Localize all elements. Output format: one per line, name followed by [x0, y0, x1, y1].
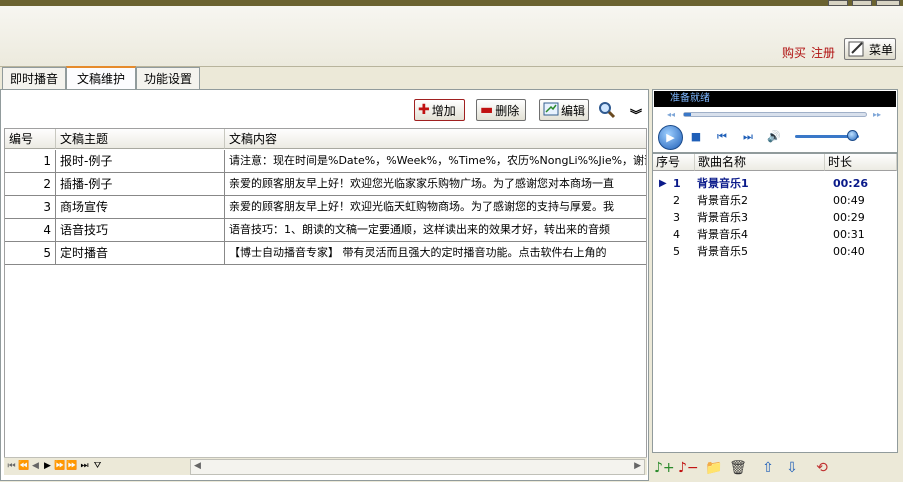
tab-function-settings[interactable]: 功能设置: [136, 67, 200, 89]
script-toolbar: ✚ 增加 ▬ 删除 编辑 ︾: [2, 90, 648, 128]
playlist: 序号 歌曲名称 时长 ▶ 1 背景音乐1 00:26 2 背景音乐2 00:49…: [652, 153, 898, 453]
next-track-icon[interactable]: ⏭: [741, 130, 755, 144]
rewind-icon[interactable]: ◂◂: [667, 110, 675, 119]
first-record-icon[interactable]: ⏮: [6, 460, 17, 473]
playlist-item[interactable]: 4 背景音乐4 00:31: [653, 226, 897, 243]
cell-id: 1: [5, 150, 56, 172]
current-track-arrow-icon: ▶: [659, 178, 667, 189]
cell-id: 4: [5, 219, 56, 241]
next-page-icon[interactable]: ⏩: [66, 460, 77, 473]
cell-title: 商场宣传: [56, 196, 225, 218]
expand-chevron-icon[interactable]: ︾: [630, 106, 642, 123]
playlist-item[interactable]: 2 背景音乐2 00:49: [653, 192, 897, 209]
add-folder-icon[interactable]: 📁: [704, 458, 724, 478]
menu-button[interactable]: 菜单: [844, 38, 896, 60]
cell-content: 【博士自动播音专家】 带有灵活而且强大的定时播音功能。点击软件右上角的: [225, 242, 646, 264]
tab-bar: 即时播音 文稿维护 功能设置: [0, 66, 300, 89]
audio-player: 准备就绪 ◂◂ ▸▸ ▶ ■ ⏮ ⏭ 🔊: [652, 89, 898, 153]
cell-content: 语音技巧：1、朗读的文稿一定要通顺，这样读出来的效果才好，转出来的音频: [225, 219, 646, 241]
pencil-icon: [848, 41, 866, 57]
tab-script-maintenance[interactable]: 文稿维护: [66, 66, 136, 89]
play-icon: ▶: [666, 131, 675, 144]
scroll-left-icon[interactable]: ◀: [194, 461, 201, 471]
move-down-icon[interactable]: ⇩: [782, 458, 802, 478]
seek-slider[interactable]: [683, 112, 867, 117]
search-icon[interactable]: [598, 101, 616, 122]
cell-content: 亲爱的顾客朋友早上好！欢迎光临天虹购物商场。为了感谢您的支持与厚爱。我: [225, 196, 646, 218]
table-row[interactable]: 2 插播-例子 亲爱的顾客朋友早上好！欢迎您光临家家乐购物广场。为了感谢您对本商…: [5, 173, 646, 196]
playlist-item[interactable]: ▶ 1 背景音乐1 00:26: [653, 175, 897, 192]
column-header-number[interactable]: 序号: [653, 154, 695, 171]
register-link[interactable]: 注册: [811, 44, 835, 61]
table-row[interactable]: 5 定时播音 【博士自动播音专家】 带有灵活而且强大的定时播音功能。点击软件右上…: [5, 242, 646, 265]
next-page-icon[interactable]: ⏩: [54, 460, 65, 473]
playlist-item[interactable]: 3 背景音乐3 00:29: [653, 209, 897, 226]
plus-icon: ✚: [418, 102, 430, 118]
refresh-icon[interactable]: ⟲: [812, 458, 832, 478]
column-header-id[interactable]: 编号: [5, 129, 56, 149]
next-record-icon[interactable]: ▶: [42, 460, 53, 473]
scroll-right-icon[interactable]: ▶: [634, 461, 641, 471]
delete-button[interactable]: ▬ 删除: [476, 99, 526, 121]
buy-link[interactable]: 购买: [782, 44, 806, 61]
add-button[interactable]: ✚ 增加: [414, 99, 465, 121]
prior-record-icon[interactable]: ◀: [30, 460, 41, 473]
stop-icon[interactable]: ■: [689, 130, 703, 144]
playlist-item[interactable]: 5 背景音乐5 00:40: [653, 243, 897, 260]
fast-forward-icon[interactable]: ▸▸: [873, 110, 881, 119]
table-row[interactable]: 3 商场宣传 亲爱的顾客朋友早上好！欢迎光临天虹购物商场。为了感谢您的支持与厚爱…: [5, 196, 646, 219]
play-button[interactable]: ▶: [658, 125, 683, 150]
last-record-icon[interactable]: ⏭: [79, 460, 90, 473]
table-row[interactable]: 1 报时-例子 请注意：现在时间是%Date%，%Week%，%Time%，农历…: [5, 150, 646, 173]
move-up-icon[interactable]: ⇧: [758, 458, 778, 478]
volume-icon[interactable]: 🔊: [767, 130, 781, 144]
header-strip: [0, 6, 903, 67]
tab-instant-broadcast[interactable]: 即时播音: [2, 67, 66, 89]
volume-knob[interactable]: [847, 130, 858, 141]
horizontal-scrollbar[interactable]: ◀ ▶: [190, 459, 645, 475]
add-song-icon[interactable]: ♪+: [654, 458, 675, 478]
cell-id: 3: [5, 196, 56, 218]
cell-content: 亲爱的顾客朋友早上好！欢迎您光临家家乐购物广场。为了感谢您对本商场一直: [225, 173, 646, 195]
cell-content: 请注意：现在时间是%Date%，%Week%，%Time%，农历%NongLi%…: [225, 150, 646, 172]
playlist-toolbar: ♪+ ♪− 📁 🗑 ⇧ ⇩ ⟲: [652, 454, 898, 482]
column-header-title[interactable]: 文稿主题: [56, 129, 225, 149]
minus-icon: ▬: [480, 102, 494, 118]
trash-icon[interactable]: 🗑: [728, 458, 748, 478]
filter-icon[interactable]: ⛛: [92, 460, 103, 473]
seek-progress: [684, 113, 691, 116]
edit-icon: [543, 102, 559, 119]
column-header-song-name[interactable]: 歌曲名称: [695, 154, 825, 171]
cell-title: 插播-例子: [56, 173, 225, 195]
previous-track-icon[interactable]: ⏮: [715, 130, 729, 144]
script-panel: ✚ 增加 ▬ 删除 编辑 ︾ 编号 文稿主题 文稿内容 1 报时-例子 请注意：…: [0, 89, 649, 481]
player-status: 准备就绪: [654, 91, 896, 107]
column-header-duration[interactable]: 时长: [825, 154, 897, 171]
edit-button[interactable]: 编辑: [539, 99, 589, 121]
grid-navigator: ⏮ ⏪ ◀ ▶ ⏩ ⏩ ⏭ ⛛ ◀ ▶: [4, 457, 647, 475]
cell-title: 定时播音: [56, 242, 225, 264]
menu-label: 菜单: [869, 42, 894, 57]
cell-id: 5: [5, 242, 56, 264]
cell-title: 语音技巧: [56, 219, 225, 241]
script-grid: 编号 文稿主题 文稿内容 1 报时-例子 请注意：现在时间是%Date%，%We…: [4, 128, 647, 458]
remove-song-icon[interactable]: ♪−: [678, 458, 699, 478]
column-header-content[interactable]: 文稿内容: [225, 129, 646, 149]
cell-id: 2: [5, 173, 56, 195]
cell-title: 报时-例子: [56, 150, 225, 172]
table-row[interactable]: 4 语音技巧 语音技巧：1、朗读的文稿一定要通顺，这样读出来的效果才好，转出来的…: [5, 219, 646, 242]
prior-page-icon[interactable]: ⏪: [18, 460, 29, 473]
